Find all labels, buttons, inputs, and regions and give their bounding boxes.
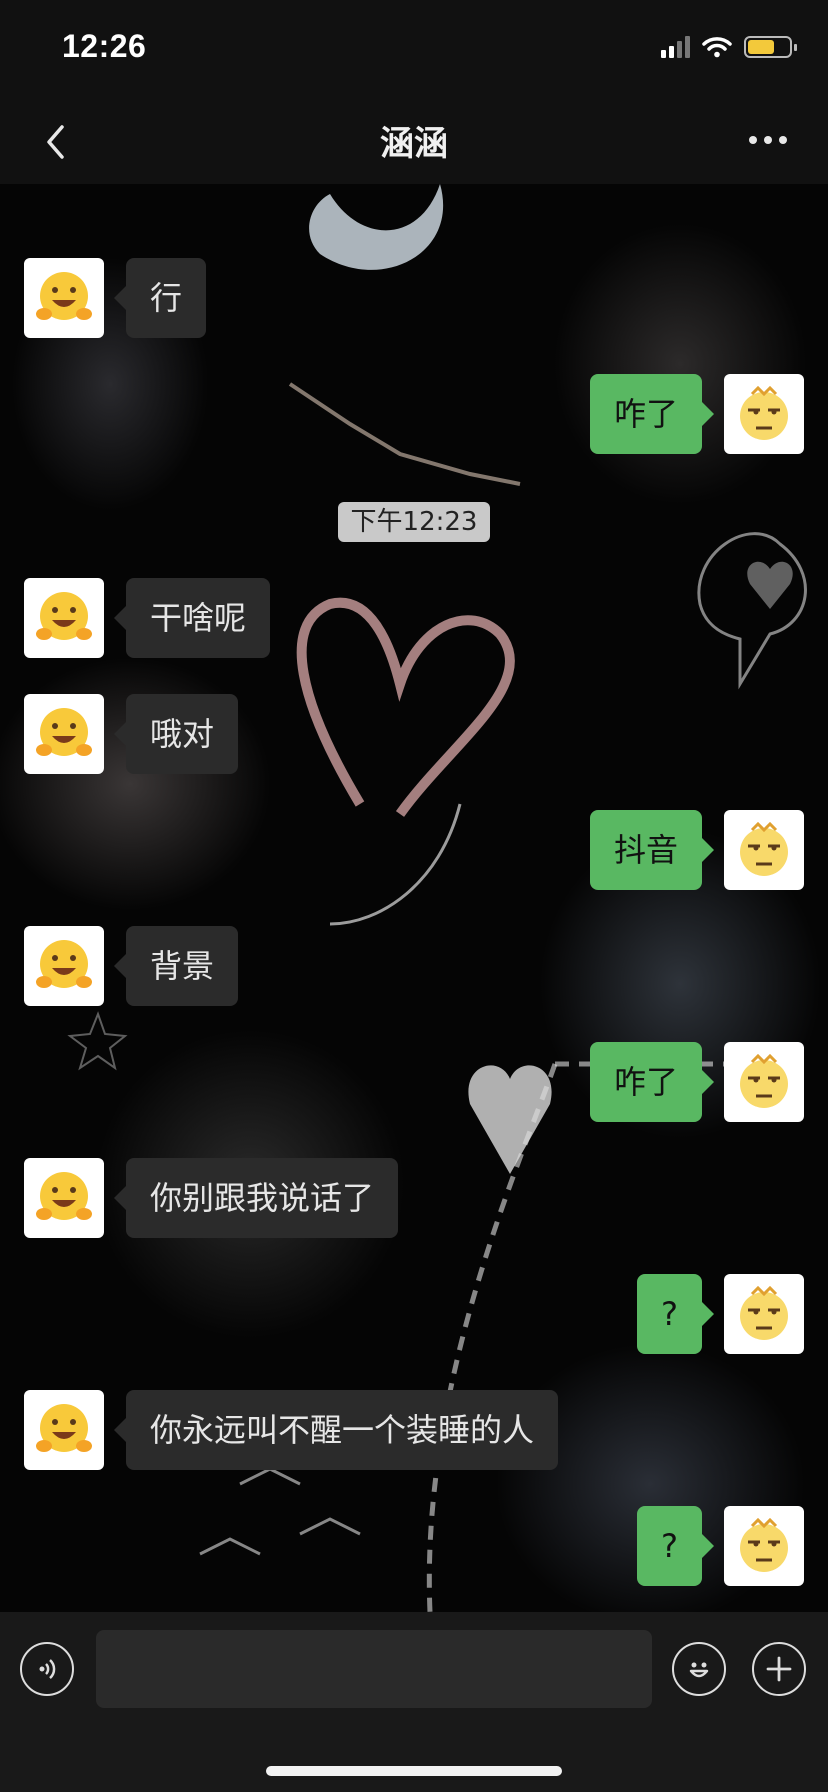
message-bubble[interactable]: 干啥呢 [113,578,271,658]
message-bubble[interactable]: 咋了 [589,1042,715,1122]
emoji-icon [689,1662,709,1678]
chat-message[interactable]: ? [615,1274,804,1354]
status-icons [661,36,797,58]
message-bubble[interactable]: 哦对 [113,694,239,774]
message-bubble[interactable]: 你别跟我说话了 [113,1158,399,1238]
wifi-icon [702,37,732,58]
unamused-face-emoji-icon [740,385,788,440]
plus-icon [766,1656,792,1682]
battery-icon [744,36,797,58]
voice-icon [39,1659,56,1679]
chat-message[interactable]: 干啥呢 [24,578,292,658]
contact-avatar[interactable] [24,694,104,774]
message-bubble[interactable]: 背景 [113,926,239,1006]
hugging-face-emoji-icon [36,272,92,320]
unamused-face-emoji-icon [740,1517,788,1572]
contact-avatar[interactable] [24,578,104,658]
message-bubble[interactable]: ? [637,1274,714,1354]
message-bubble[interactable]: 行 [113,258,207,338]
chat-message[interactable]: ? [615,1506,804,1586]
unamused-face-emoji-icon [740,1285,788,1340]
chat-title: 涵涵 [380,124,448,164]
chat-message[interactable]: 行 [24,258,228,338]
emoji-button[interactable] [672,1642,726,1696]
unamused-face-emoji-icon [740,821,788,876]
message-bubble[interactable]: 抖音 [589,810,715,890]
unamused-face-emoji-icon [740,1053,788,1108]
my-avatar[interactable] [724,1274,804,1354]
more-button[interactable] [736,114,800,166]
message-bubble[interactable]: ? [637,1506,714,1586]
chat-area[interactable]: 下午12:23 行 咋了 干啥呢 哦对 抖音 背景 咋了 你别跟我说话了 ? 你… [0,184,828,1612]
message-bubble[interactable]: 你永远叫不醒一个装睡的人 [113,1390,559,1470]
hugging-face-emoji-icon [36,1172,92,1220]
home-indicator[interactable] [266,1766,562,1776]
voice-button[interactable] [20,1642,74,1696]
hugging-face-emoji-icon [36,1404,92,1452]
more-functions-button[interactable] [752,1642,806,1696]
more-dots-icon [749,136,787,144]
hugging-face-emoji-icon [36,708,92,756]
my-avatar[interactable] [724,1042,804,1122]
chat-message[interactable]: 抖音 [568,810,804,890]
my-avatar[interactable] [724,1506,804,1586]
contact-avatar[interactable] [24,1158,104,1238]
hugging-face-emoji-icon [36,592,92,640]
nav-bar: 涵涵 [0,96,828,184]
message-input[interactable] [96,1630,652,1708]
chat-message[interactable]: 你别跟我说话了 [24,1158,420,1238]
status-time: 12:26 [62,28,147,64]
contact-avatar[interactable] [24,258,104,338]
chat-message[interactable]: 你永远叫不醒一个装睡的人 [24,1390,580,1470]
my-avatar[interactable] [724,810,804,890]
my-avatar[interactable] [724,374,804,454]
contact-avatar[interactable] [24,1390,104,1470]
signal-icon [661,36,690,58]
chat-message[interactable]: 咋了 [568,374,804,454]
input-bar [0,1612,828,1792]
message-bubble[interactable]: 咋了 [589,374,715,454]
message-timestamp: 下午12:23 [338,502,490,542]
chat-message[interactable]: 哦对 [24,694,260,774]
hugging-face-emoji-icon [36,940,92,988]
status-bar: 12:26 [0,0,828,96]
chat-message[interactable]: 咋了 [568,1042,804,1122]
contact-avatar[interactable] [24,926,104,1006]
chat-message[interactable]: 背景 [24,926,260,1006]
